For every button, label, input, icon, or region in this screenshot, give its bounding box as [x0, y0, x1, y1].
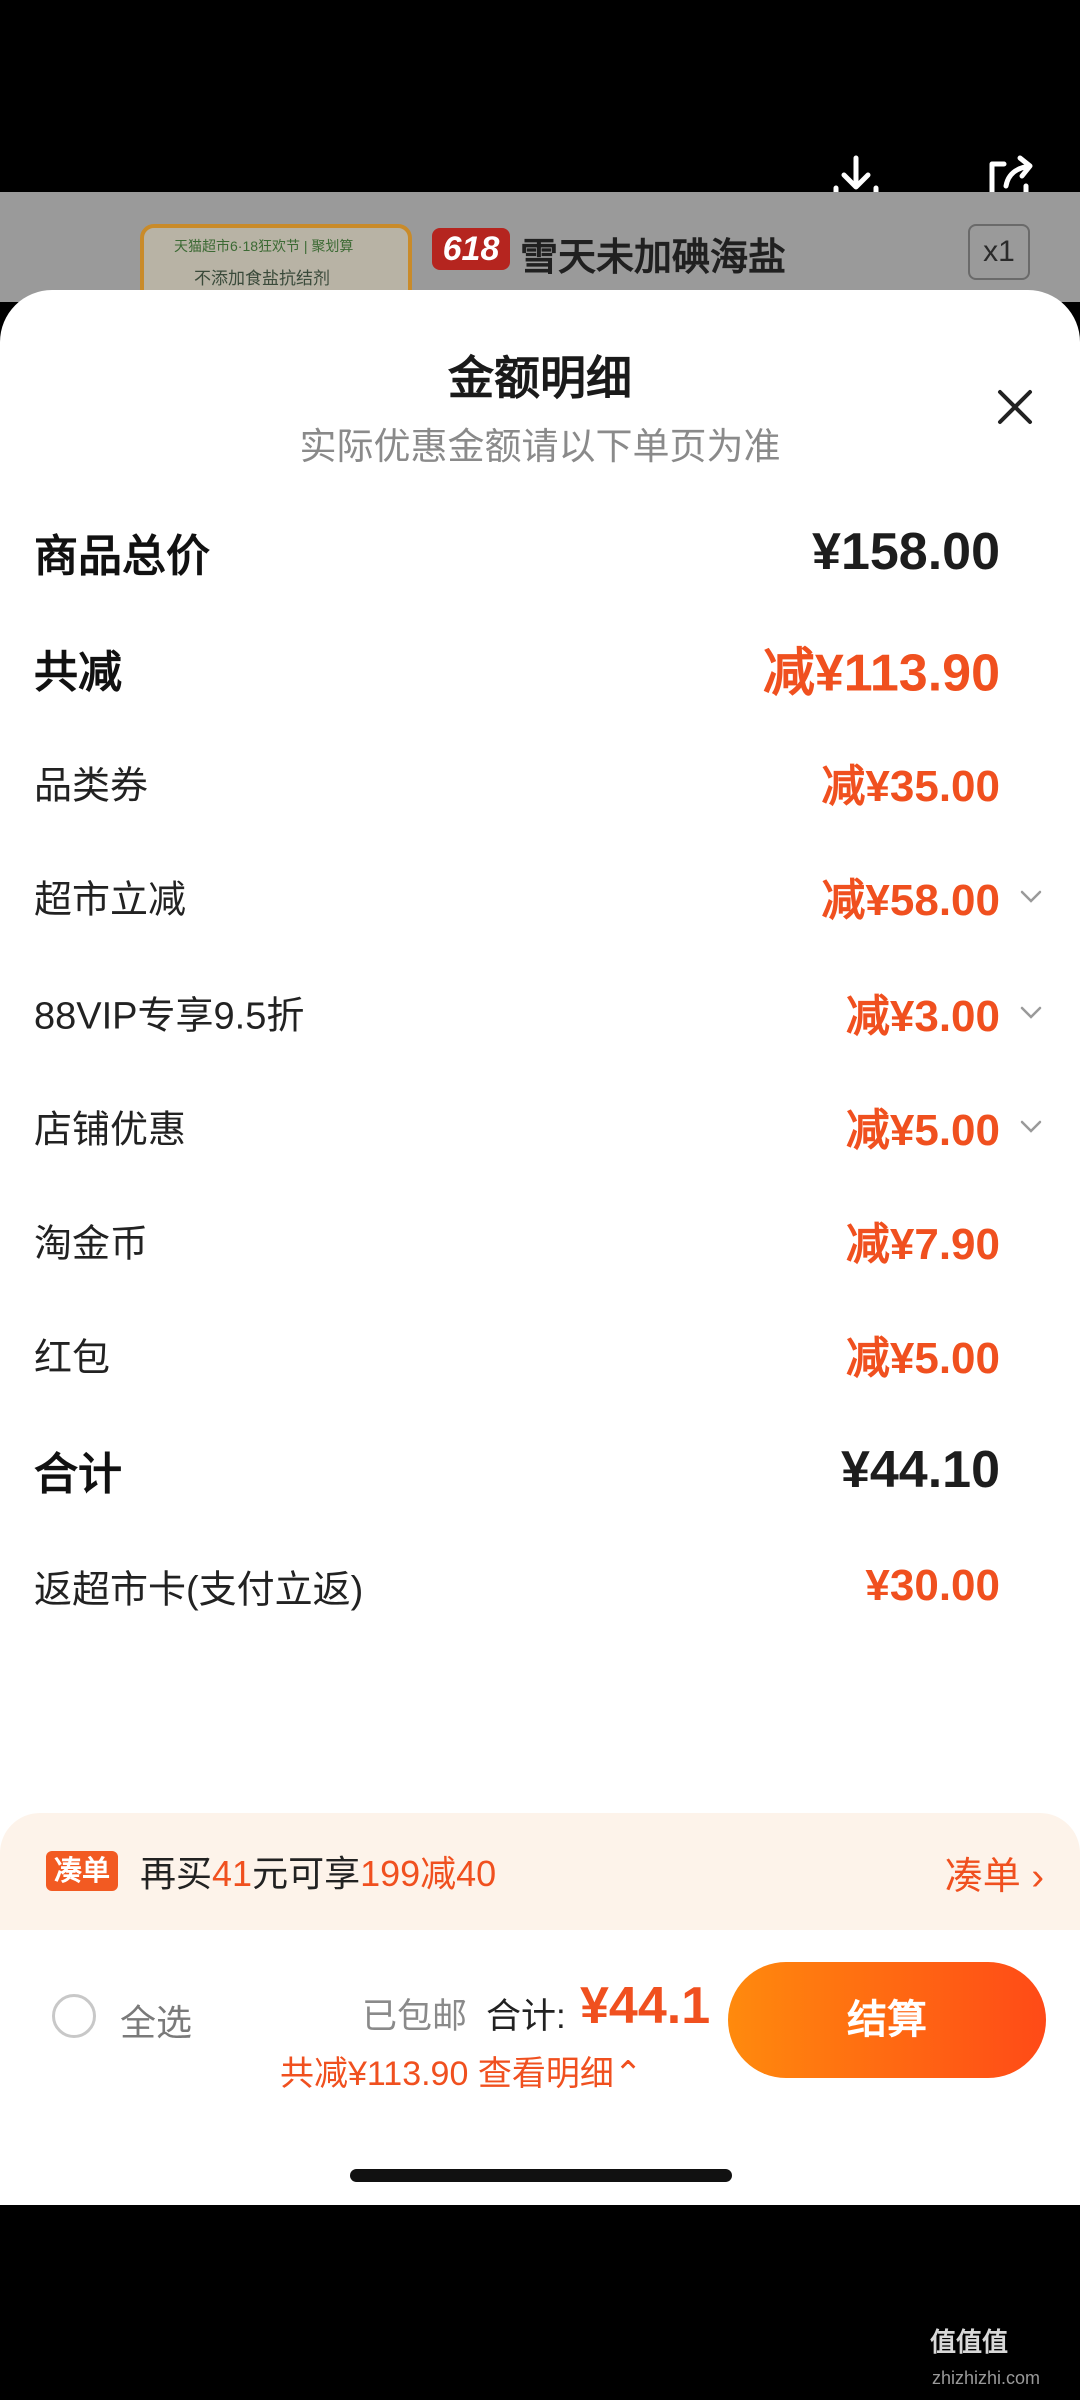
- detail-row: 合计 ¥44.10: [34, 1430, 1046, 1510]
- sheet-subtitle: 实际优惠金额请以下单页为准: [299, 426, 781, 467]
- detail-row-label: 淘金币: [34, 1223, 149, 1266]
- detail-row-value: ¥158.00: [812, 523, 1000, 581]
- add-on-tag: 凑单: [46, 1851, 118, 1891]
- add-on-text: 再买41元可享199减40: [140, 1853, 497, 1894]
- detail-row-value: 减¥35.00: [821, 762, 1000, 811]
- detail-row-label: 超市立减: [34, 879, 187, 922]
- home-indicator[interactable]: [350, 2169, 732, 2182]
- detail-row-value: 减¥113.90: [762, 644, 1000, 703]
- promo-badge-618: 618: [432, 228, 510, 270]
- detail-row[interactable]: 88VIP专享9.5折 减¥3.00: [34, 972, 1046, 1052]
- chevron-down-icon[interactable]: [1016, 1111, 1046, 1141]
- total-value: ¥44.1: [580, 1977, 711, 2035]
- detail-row[interactable]: 店铺优惠 减¥5.00: [34, 1086, 1046, 1166]
- detail-row-label: 红包: [34, 1337, 111, 1380]
- detail-row-value: 减¥3.00: [845, 992, 1000, 1041]
- thumb-line1: 天猫超市6·18狂欢节 | 聚划算: [174, 238, 354, 254]
- chevron-down-icon[interactable]: [1016, 881, 1046, 911]
- quantity-badge: x1: [968, 224, 1030, 280]
- select-all-radio[interactable]: [52, 1994, 96, 2038]
- detail-row: 返超市卡(支付立返) ¥30.00: [34, 1546, 1046, 1626]
- detail-row-label: 品类券: [34, 765, 149, 808]
- view-detail-link[interactable]: 共减¥113.90 查看明细⌃: [280, 2046, 642, 2095]
- close-icon[interactable]: [990, 382, 1040, 432]
- product-title: 雪天未加碘海盐: [520, 237, 787, 279]
- watermark: 值值值: [930, 2327, 1009, 2357]
- detail-row: 淘金币 减¥7.90: [34, 1200, 1046, 1280]
- checkout-bar: 全选 已包邮 合计: ¥44.1 共减¥113.90 查看明细⌃ 结算: [0, 1930, 1080, 2205]
- detail-row-label: 商品总价: [34, 532, 210, 581]
- add-on-link[interactable]: 凑单 ›: [945, 1845, 1044, 1900]
- detail-row-value: 减¥58.00: [821, 876, 1000, 925]
- detail-row: 商品总价 ¥158.00: [34, 512, 1046, 592]
- detail-row-label: 88VIP专享9.5折: [34, 995, 305, 1038]
- detail-row-value: 减¥7.90: [845, 1220, 1000, 1269]
- detail-row-label: 合计: [34, 1450, 122, 1499]
- detail-row-value: ¥44.10: [840, 1441, 1000, 1499]
- detail-row-value: 减¥5.00: [845, 1334, 1000, 1383]
- detail-row: 共减 减¥113.90: [34, 628, 1046, 708]
- detail-row[interactable]: 超市立减 减¥58.00: [34, 856, 1046, 936]
- free-shipping-label: 已包邮: [362, 1997, 468, 2036]
- add-on-bar[interactable]: 凑单 再买41元可享199减40 凑单 ›: [0, 1813, 1080, 1933]
- watermark-url: zhizhizhi.com: [932, 2368, 1041, 2388]
- status-area: [0, 0, 1080, 203]
- detail-row-value: ¥30.00: [865, 1561, 1000, 1610]
- detail-row: 品类券 减¥35.00: [34, 742, 1046, 822]
- detail-row-label: 共减: [34, 648, 122, 697]
- detail-row-label: 返超市卡(支付立返): [34, 1569, 364, 1612]
- detail-row: 红包 减¥5.00: [34, 1314, 1046, 1394]
- chevron-down-icon[interactable]: [1016, 997, 1046, 1027]
- sheet-title: 金额明细: [448, 352, 632, 404]
- select-all-label[interactable]: 全选: [120, 1994, 192, 2046]
- total-label: 合计:: [486, 1997, 566, 2036]
- checkout-button[interactable]: 结算: [728, 1962, 1046, 2078]
- thumb-line2: 不添加食盐抗结剂: [194, 269, 330, 288]
- detail-row-label: 店铺优惠: [34, 1109, 187, 1152]
- detail-row-value: 减¥5.00: [845, 1106, 1000, 1155]
